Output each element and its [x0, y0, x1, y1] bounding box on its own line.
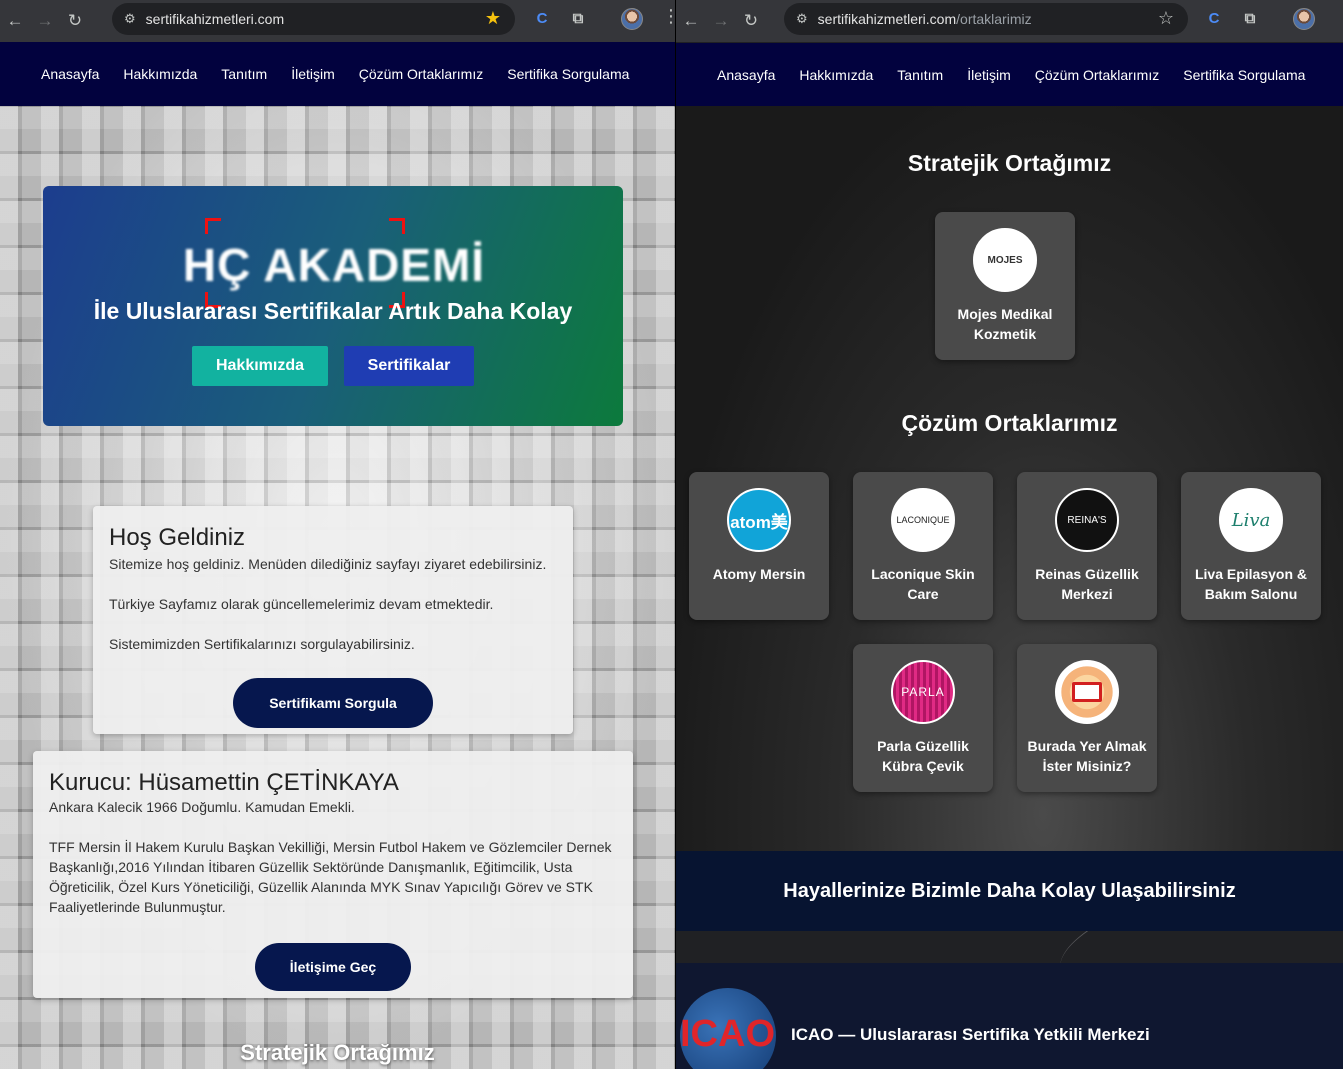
back-icon[interactable]: ← [676, 6, 706, 36]
partner-name: Parla Güzellik Kübra Çevik [877, 738, 969, 774]
extension-c-icon[interactable]: C [1204, 8, 1224, 28]
welcome-card: Hoş Geldiniz Sitemize hoş geldiniz. Menü… [93, 506, 573, 734]
address-bar[interactable]: ⚙ sertifikahizmetleri.com/ortaklarimiz ☆ [784, 3, 1188, 35]
hero-subtitle: İle Uluslararası Sertifikalar Artık Daha… [93, 298, 573, 324]
site-navbar: Anasayfa Hakkımızda Tanıtım İletişim Çöz… [676, 43, 1343, 107]
url-path: /ortaklarimiz [956, 11, 1032, 27]
extensions-puzzle-icon[interactable]: ⧉ [1240, 8, 1260, 28]
founder-text-2: TFF Mersin İl Hakem Kurulu Başkan Vekill… [49, 839, 612, 915]
reinas-logo: REINA'S [1055, 488, 1119, 552]
nav-anasayfa[interactable]: Anasayfa [717, 67, 775, 83]
partner-card-parla[interactable]: PARLA Parla Güzellik Kübra Çevik [853, 644, 993, 792]
partner-card-mojes[interactable]: MOJES Mojes Medikal Kozmetik [935, 212, 1075, 360]
strategic-partner-title: Stratejik Ortağımız [907, 150, 1112, 176]
partner-name: Reinas Güzellik Merkezi [1035, 566, 1139, 602]
icao-logo-text: ICAO [680, 1013, 775, 1055]
bookmark-star-icon[interactable]: ★ [485, 8, 501, 29]
welcome-title: Hoş Geldiniz [109, 524, 246, 551]
address-bar[interactable]: ⚙ sertifikahizmetleri.com ★ [112, 3, 515, 35]
partner-name: Laconique Skin Care [871, 566, 975, 602]
menu-kebab-icon[interactable]: ⋮ [662, 6, 675, 27]
partner-card-atomy[interactable]: atom美 Atomy Mersin [689, 472, 829, 620]
strategic-partner-heading: Stratejik Ortağımız [240, 1040, 435, 1065]
nav-sertifika-sorgulama[interactable]: Sertifika Sorgulama [1183, 67, 1305, 83]
nav-iletisim[interactable]: İletişim [967, 67, 1011, 83]
extension-c-icon[interactable]: C [532, 8, 552, 28]
parla-logo: PARLA [891, 660, 955, 724]
left-browser-window: ← → ↻ ⚙ sertifikahizmetleri.com ★ C ⧉ ⋮ … [0, 0, 675, 1069]
liva-logo: Liva [1219, 488, 1283, 552]
billboard-icon [1055, 660, 1119, 724]
nav-sertifika-sorgulama[interactable]: Sertifika Sorgulama [507, 66, 629, 82]
forward-icon[interactable]: → [30, 6, 60, 36]
hero-certificates-button[interactable]: Sertifikalar [344, 346, 474, 386]
url-text: sertifikahizmetleri.com [145, 11, 285, 27]
back-icon[interactable]: ← [0, 6, 30, 36]
laconique-logo: LACONIQUE [891, 488, 955, 552]
extensions-puzzle-icon[interactable]: ⧉ [568, 8, 588, 28]
partner-card-reinas[interactable]: REINA'S Reinas Güzellik Merkezi [1017, 472, 1157, 620]
forward-icon[interactable]: → [706, 6, 736, 36]
site-info-icon[interactable]: ⚙ [796, 11, 808, 27]
footer-title: ICAO — Uluslararası Sertifika Yetkili Me… [791, 1025, 1150, 1044]
browser-toolbar: ← → ↻ ⚙ sertifikahizmetleri.com ★ C ⧉ ⋮ [0, 0, 675, 42]
reload-icon[interactable]: ↻ [736, 6, 766, 36]
founder-title: Kurucu: Hüsamettin ÇETİNKAYA [49, 769, 399, 796]
nav-iletisim[interactable]: İletişim [291, 66, 335, 82]
nav-tanitim[interactable]: Tanıtım [221, 66, 267, 82]
welcome-text-1: Sitemize hoş geldiniz. Menüden dilediğin… [109, 556, 547, 572]
nav-hakkimizda[interactable]: Hakkımızda [123, 66, 197, 82]
reload-icon[interactable]: ↻ [60, 6, 90, 36]
query-certificate-button[interactable]: Sertifikamı Sorgula [233, 678, 433, 728]
nav-cozum-ortaklarimiz[interactable]: Çözüm Ortaklarımız [359, 66, 483, 82]
mojes-logo: MOJES [973, 228, 1037, 292]
partner-card-laconique[interactable]: LACONIQUE Laconique Skin Care [853, 472, 993, 620]
atomy-logo: atom美 [727, 488, 791, 552]
founder-text-1: Ankara Kalecik 1966 Doğumlu. Kamudan Eme… [49, 799, 355, 815]
partner-name: Atomy Mersin [712, 566, 806, 582]
hero-about-button[interactable]: Hakkımızda [192, 346, 328, 386]
nav-tanitim[interactable]: Tanıtım [897, 67, 943, 83]
welcome-text-3: Sistemimizden Sertifikalarınızı sorgulay… [109, 636, 415, 652]
nav-anasayfa[interactable]: Anasayfa [41, 66, 99, 82]
founder-card: Kurucu: Hüsamettin ÇETİNKAYA Ankara Kale… [33, 751, 633, 998]
browser-toolbar: ← → ↻ ⚙ sertifikahizmetleri.com/ortaklar… [676, 0, 1343, 42]
site-info-icon[interactable]: ⚙ [124, 11, 136, 27]
right-browser-window: ← → ↻ ⚙ sertifikahizmetleri.com/ortaklar… [676, 0, 1343, 1069]
partner-card-advertise[interactable]: Burada Yer Almak İster Misiniz? [1017, 644, 1157, 792]
footer: ICAO ICAO — Uluslararası Sertifika Yetki… [676, 963, 1343, 1069]
welcome-text-2: Türkiye Sayfamız olarak güncellemelerimi… [109, 596, 494, 612]
partner-name: Liva Epilasyon & Bakım Salonu [1194, 566, 1308, 602]
profile-avatar[interactable] [621, 8, 643, 30]
nav-cozum-ortaklarimiz[interactable]: Çözüm Ortaklarımız [1035, 67, 1159, 83]
bookmark-star-icon[interactable]: ☆ [1158, 8, 1174, 29]
solution-partners-title: Çözüm Ortaklarımız [901, 410, 1118, 436]
nav-hakkimizda[interactable]: Hakkımızda [799, 67, 873, 83]
url-host: sertifikahizmetleri.com [817, 11, 957, 27]
billboard-shape [1072, 682, 1102, 702]
profile-avatar[interactable] [1293, 8, 1315, 30]
partner-name: Mojes Medikal Kozmetik [957, 306, 1053, 342]
hero-banner: HÇ AKADEMİ İle Uluslararası Sertifikalar… [43, 186, 623, 426]
partner-name: Burada Yer Almak İster Misiniz? [1027, 738, 1147, 774]
site-navbar: Anasayfa Hakkımızda Tanıtım İletişim Çöz… [0, 42, 675, 106]
partner-card-liva[interactable]: Liva Liva Epilasyon & Bakım Salonu [1181, 472, 1321, 620]
hc-akademi-logo: HÇ AKADEMİ [163, 218, 505, 308]
contact-button[interactable]: İletişime Geç [255, 943, 411, 991]
slogan-band: Hayallerinize Bizimle Daha Kolay Ulaşabi… [676, 851, 1343, 931]
